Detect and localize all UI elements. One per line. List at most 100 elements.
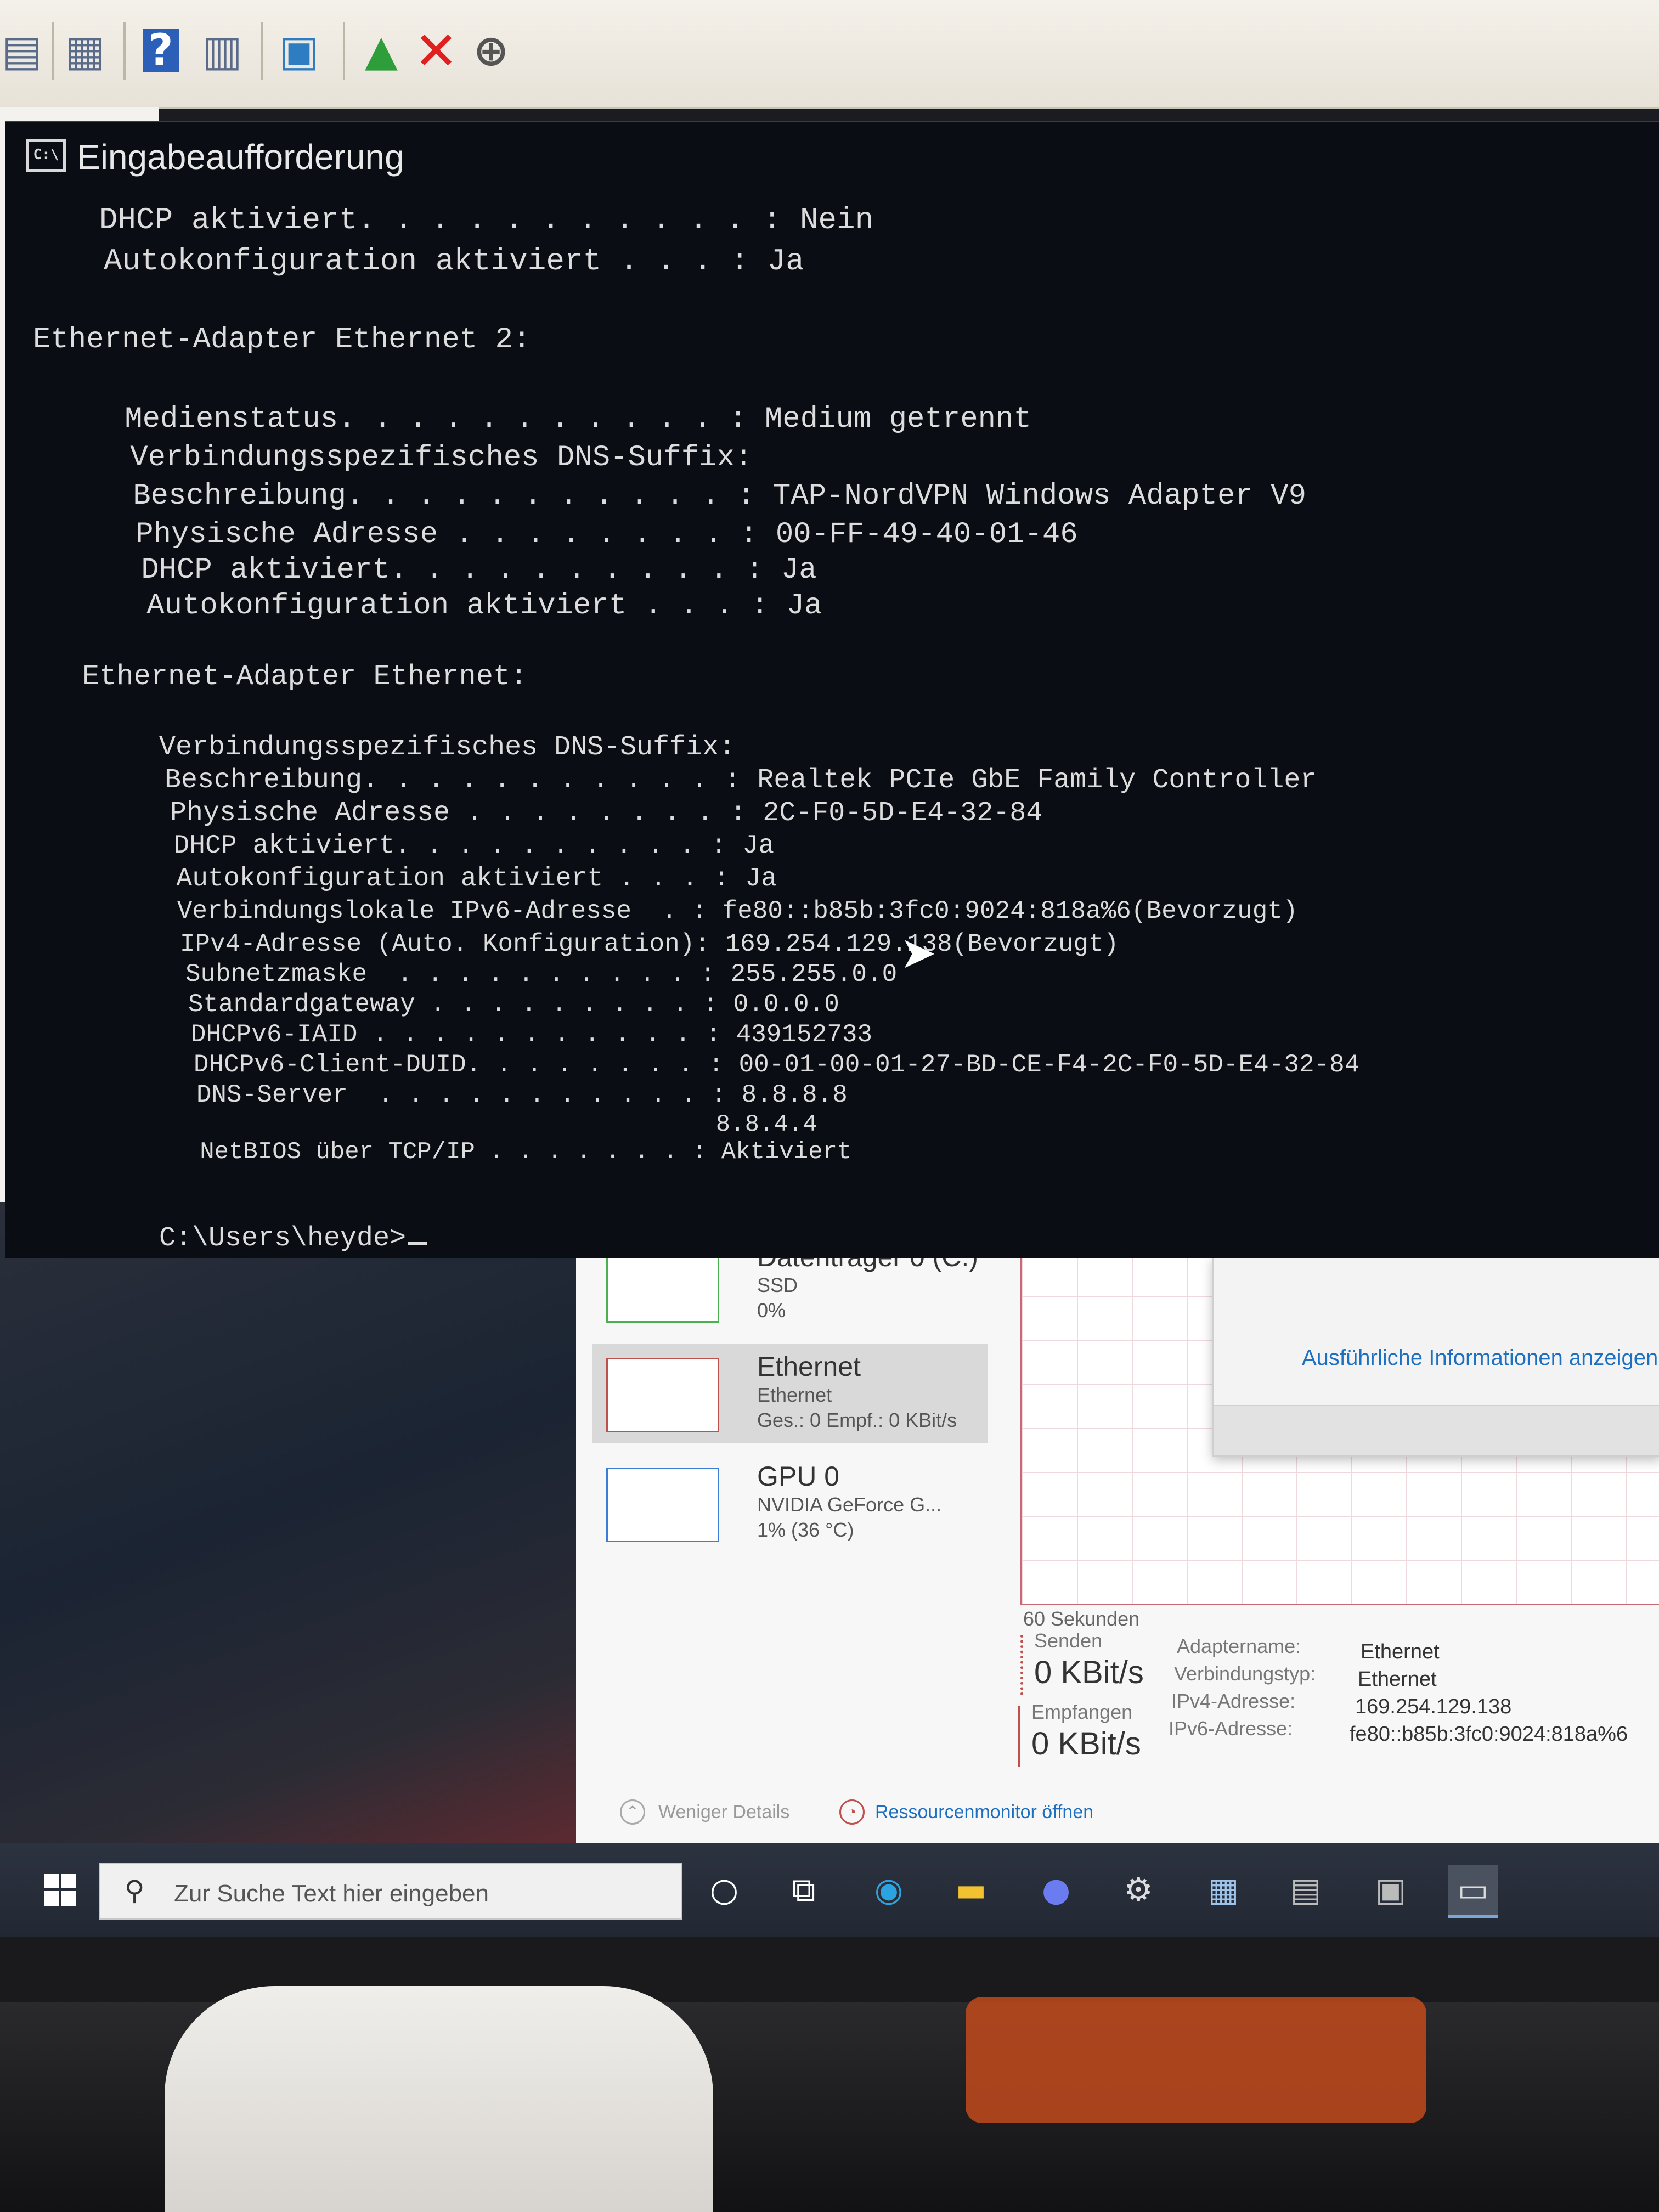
console-value: 439152733 bbox=[736, 1020, 873, 1049]
command-prompt-window[interactable]: C:\ Eingabeaufforderung DHCP aktiviert. … bbox=[5, 121, 1659, 1258]
console-line: IPv4-Adresse (Auto. Konfiguration): 169.… bbox=[134, 932, 1119, 957]
console-value: 0.0.0.0 bbox=[733, 990, 839, 1019]
perf-item-title: GPU 0 bbox=[757, 1461, 840, 1492]
console-line: DHCP aktiviert. . . . . . . . . . : Ja bbox=[126, 833, 774, 859]
console-line: Medienstatus. . . . . . . . . . . : Medi… bbox=[71, 405, 1031, 435]
connection-type-value: Ethernet bbox=[1358, 1668, 1437, 1691]
list-icon[interactable]: ▤ bbox=[0, 26, 44, 76]
edge-icon[interactable]: ◉ bbox=[864, 1865, 913, 1915]
console-value: Ja bbox=[767, 244, 804, 279]
console-key: Verbindungslokale IPv6-Adresse . : bbox=[132, 897, 723, 926]
console-value: Nein bbox=[799, 202, 874, 238]
command-prompt-line[interactable]: C:\Users\heyde> bbox=[159, 1225, 427, 1252]
console-key: Verbindungsspezifisches DNS-Suffix: bbox=[77, 441, 770, 475]
console-line: Physische Adresse . . . . . . . . : 00-F… bbox=[82, 520, 1078, 550]
console-value: Aktiviert bbox=[721, 1138, 852, 1166]
prompt-path: C:\Users\heyde> bbox=[159, 1223, 407, 1254]
console-key: NetBIOS über TCP/IP . . . . . . . : bbox=[156, 1138, 721, 1166]
send-value: 0 KBit/s bbox=[1034, 1655, 1144, 1690]
perf-item-gpu[interactable]: GPU 0 NVIDIA GeForce G... 1% (36 °C) bbox=[592, 1454, 988, 1553]
console-value: 00-FF-49-40-01-46 bbox=[775, 518, 1078, 551]
file-explorer-icon[interactable]: ▬ bbox=[946, 1865, 996, 1915]
discord-icon[interactable]: ● bbox=[1031, 1865, 1081, 1915]
cmd-icon[interactable]: ▭ bbox=[1448, 1865, 1498, 1918]
chevron-up-icon[interactable]: ⌃ bbox=[620, 1799, 645, 1825]
start-button[interactable] bbox=[44, 1874, 77, 1906]
console-line: DHCPv6-IAID . . . . . . . . . . . : 4391… bbox=[145, 1022, 872, 1047]
search-icon: ⚲ bbox=[125, 1875, 145, 1906]
console-key: Physische Adresse . . . . . . . . : bbox=[121, 798, 763, 829]
console-value: fe80::b85b:3fc0:9024:818a%6(Bevorzugt) bbox=[722, 897, 1298, 926]
settings-icon[interactable]: ⚙ bbox=[1114, 1865, 1163, 1915]
console-key: DHCP aktiviert. . . . . . . . . . : bbox=[88, 554, 781, 587]
console-value: 00-01-00-01-27-BD-CE-F4-2C-F0-5D-E4-32-8… bbox=[738, 1051, 1360, 1079]
console-key: Beschreibung. . . . . . . . . . . : bbox=[80, 479, 773, 513]
network-app-icon[interactable]: ▦ bbox=[1199, 1865, 1248, 1915]
toolbar-separator bbox=[52, 22, 54, 80]
console-line: Physische Adresse . . . . . . . . : 2C-F… bbox=[121, 800, 1042, 827]
perf-item-subtitle: Ethernet bbox=[757, 1384, 832, 1406]
delete-icon[interactable]: ✕ bbox=[414, 20, 458, 82]
cortana-icon[interactable]: ○ bbox=[699, 1865, 749, 1915]
title-bar[interactable]: C:\ Eingabeaufforderung bbox=[5, 122, 1659, 199]
console-value: 8.8.8.8 bbox=[741, 1081, 848, 1109]
send-indicator bbox=[1020, 1635, 1026, 1695]
console-line: Beschreibung. . . . . . . . . . . : Real… bbox=[115, 767, 1317, 794]
console-key: Medienstatus. . . . . . . . . . . : bbox=[71, 403, 765, 436]
device-manager-icon[interactable]: ▤ bbox=[1281, 1865, 1330, 1915]
console-value: Ja bbox=[781, 554, 817, 587]
connection-type-label: Verbindungstyp: bbox=[1174, 1662, 1316, 1685]
taskbar-search-box[interactable]: ⚲ Zur Suche Text hier eingeben bbox=[99, 1863, 682, 1920]
console-line: DHCP aktiviert. . . . . . . . . . . : Ne… bbox=[44, 205, 873, 235]
properties-icon[interactable]: ▦ bbox=[63, 26, 107, 76]
details-popup: Ausführliche Informationen anzeigen bbox=[1212, 1256, 1659, 1457]
console-key: Autokonfiguration aktiviert . . . : bbox=[93, 589, 787, 623]
window-title: Eingabeaufforderung bbox=[77, 137, 404, 177]
monitor-icon[interactable]: ▣ bbox=[277, 26, 321, 76]
console-value: Ja bbox=[745, 864, 777, 894]
console-key: DHCPv6-IAID . . . . . . . . . . . : bbox=[145, 1020, 736, 1049]
console-value: 8.8.4.4 bbox=[715, 1111, 817, 1138]
console-value: 2C-F0-5D-E4-32-84 bbox=[763, 798, 1043, 829]
gpu-thumbnail bbox=[606, 1468, 719, 1542]
console-key: DHCP aktiviert. . . . . . . . . . : bbox=[126, 831, 743, 861]
text-cursor bbox=[408, 1242, 427, 1245]
console-value: Medium getrennt bbox=[764, 403, 1031, 436]
toolbar-separator bbox=[343, 22, 345, 80]
console-key: Ethernet-Adapter Ethernet: bbox=[82, 661, 528, 693]
console-line: DNS-Server . . . . . . . . . . . : 8.8.8… bbox=[151, 1082, 848, 1108]
perf-item-subtitle: SSD bbox=[757, 1274, 798, 1296]
console-key: Ethernet-Adapter Ethernet 2: bbox=[33, 323, 531, 357]
search-placeholder: Zur Suche Text hier eingeben bbox=[174, 1880, 489, 1907]
download-icon[interactable]: ⊕ bbox=[469, 26, 513, 76]
resource-monitor-icon: ◔ bbox=[839, 1799, 865, 1825]
ipv4-label: IPv4-Adresse: bbox=[1171, 1690, 1296, 1712]
less-details-button[interactable]: Weniger Details bbox=[658, 1802, 789, 1823]
cmd-icon: C:\ bbox=[26, 139, 66, 172]
adapter-name-label: Adaptername: bbox=[1177, 1635, 1301, 1657]
view-icon[interactable]: ▥ bbox=[200, 26, 244, 76]
receive-indicator bbox=[1018, 1706, 1020, 1767]
console-line: NetBIOS über TCP/IP . . . . . . . : Akti… bbox=[156, 1140, 851, 1164]
task-view-icon[interactable]: ⧉ bbox=[779, 1865, 828, 1915]
console-key: IPv4-Adresse (Auto. Konfiguration): bbox=[134, 930, 725, 958]
graph-time-caption: 60 Sekunden bbox=[1023, 1607, 1140, 1630]
ipv4-value: 169.254.129.138 bbox=[1355, 1695, 1512, 1718]
detailed-info-link[interactable]: Ausführliche Informationen anzeigen bbox=[1302, 1346, 1658, 1370]
toolbar-separator bbox=[261, 22, 263, 80]
package bbox=[966, 1997, 1426, 2123]
resource-monitor-link[interactable]: Ressourcenmonitor öffnen bbox=[875, 1802, 1093, 1823]
add-driver-icon[interactable]: ▲ bbox=[359, 26, 403, 76]
mouse-pointer-icon: ➤ bbox=[900, 927, 937, 978]
console-line: Subnetzmaske . . . . . . . . . . : 255.2… bbox=[140, 962, 897, 987]
console-key: DHCP aktiviert. . . . . . . . . . . : bbox=[44, 202, 800, 238]
receive-value: 0 KBit/s bbox=[1031, 1726, 1141, 1762]
console-line: Autokonfiguration aktiviert . . . : Ja bbox=[48, 246, 804, 276]
remote-icon[interactable]: ▣ bbox=[1366, 1865, 1415, 1915]
console-key: DNS-Server . . . . . . . . . . . : bbox=[151, 1081, 742, 1109]
help-icon[interactable]: ? bbox=[143, 26, 179, 75]
perf-item-value: 1% (36 °C) bbox=[757, 1519, 854, 1541]
console-key: Beschreibung. . . . . . . . . . . : bbox=[115, 765, 758, 796]
console-line: Verbindungsspezifisches DNS-Suffix: bbox=[110, 734, 752, 761]
perf-item-ethernet[interactable]: Ethernet Ethernet Ges.: 0 Empf.: 0 KBit/… bbox=[592, 1344, 988, 1443]
